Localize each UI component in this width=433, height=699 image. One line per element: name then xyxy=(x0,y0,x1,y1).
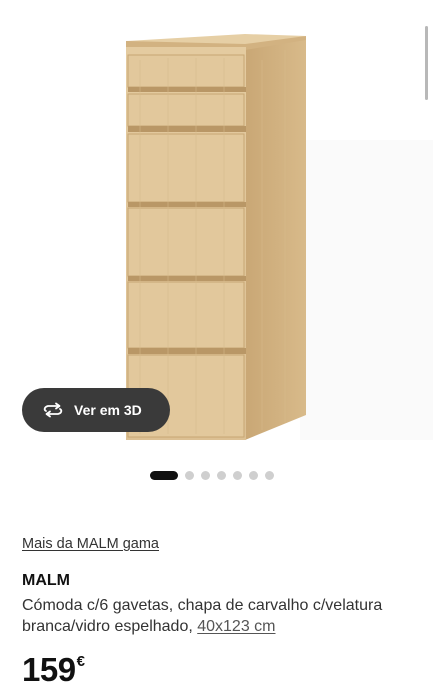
price-currency: € xyxy=(76,653,85,670)
price-amount: 159 xyxy=(22,651,76,688)
pager-dot[interactable] xyxy=(201,471,210,480)
image-pager xyxy=(150,471,274,480)
pager-dot[interactable] xyxy=(217,471,226,480)
product-price: 159 € xyxy=(22,652,85,688)
pager-dot[interactable] xyxy=(185,471,194,480)
product-image[interactable] xyxy=(0,0,433,455)
pager-dot[interactable] xyxy=(233,471,242,480)
product-name: MALM xyxy=(22,572,70,589)
product-image-gallery[interactable]: Ver em 3D xyxy=(0,0,433,455)
range-link[interactable]: Mais da MALM gama xyxy=(22,536,159,552)
scrollbar[interactable] xyxy=(425,26,428,100)
product-description: Cómoda c/6 gavetas, chapa de carvalho c/… xyxy=(22,595,417,637)
rotate-3d-icon xyxy=(42,402,64,418)
view-in-3d-button[interactable]: Ver em 3D xyxy=(22,388,170,432)
size-link[interactable]: 40x123 cm xyxy=(197,618,275,635)
view-in-3d-label: Ver em 3D xyxy=(74,402,142,418)
pager-dot[interactable] xyxy=(249,471,258,480)
pager-dot[interactable] xyxy=(265,471,274,480)
pager-dot-active[interactable] xyxy=(150,471,178,480)
